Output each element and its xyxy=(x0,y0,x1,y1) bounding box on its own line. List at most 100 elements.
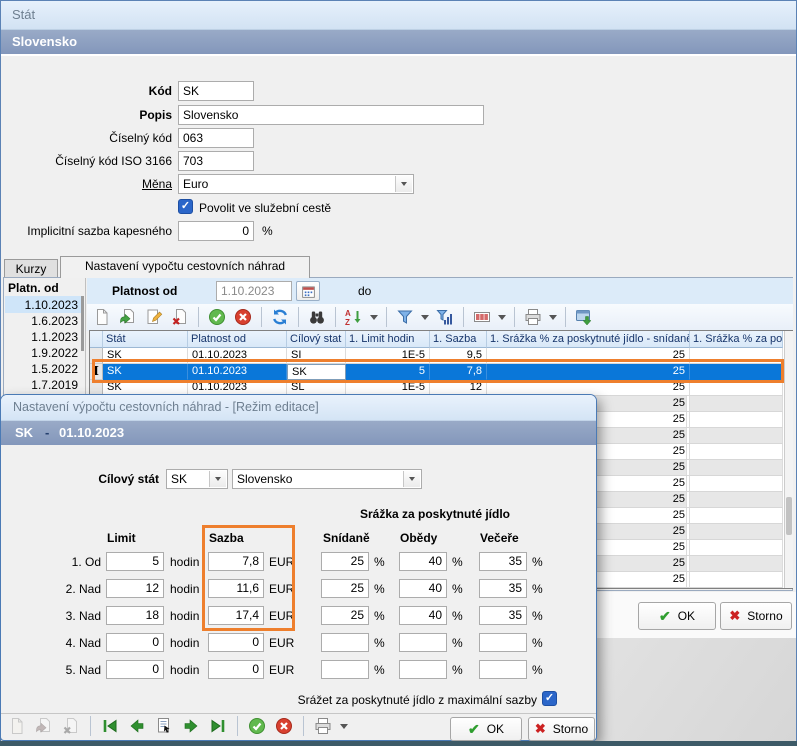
export-icon[interactable] xyxy=(574,307,594,327)
search-binoculars-icon[interactable] xyxy=(307,307,327,327)
sazba-field[interactable]: 0 xyxy=(208,633,264,652)
col-header-limit[interactable]: 1. Limit hodin xyxy=(346,331,430,348)
calendar-button[interactable] xyxy=(296,281,320,301)
mena-label[interactable]: Měna xyxy=(12,177,172,191)
validity-item[interactable]: 1.10.2023 xyxy=(6,297,78,313)
col-header-stat[interactable]: Stát xyxy=(103,331,188,348)
confirm-icon[interactable] xyxy=(207,307,227,327)
columns-icon[interactable] xyxy=(472,307,492,327)
col-header-srazka-snidane[interactable]: 1. Srážka % za poskytnuté jídlo - snídan… xyxy=(487,331,690,348)
new-icon[interactable] xyxy=(92,307,112,327)
snidane-field[interactable]: 25 xyxy=(321,552,369,571)
edit-dialog[interactable]: Nastavení výpočtu cestovních náhrad - [R… xyxy=(0,394,597,741)
obedy-field[interactable] xyxy=(399,660,447,679)
grid-scrollbar-thumb[interactable] xyxy=(786,497,792,535)
grid-scrollbar[interactable] xyxy=(784,331,793,588)
chevron-down-icon[interactable] xyxy=(498,315,506,324)
filter-graph-icon[interactable] xyxy=(435,307,455,327)
chevron-down-icon[interactable] xyxy=(370,315,378,324)
snidane-field[interactable] xyxy=(321,660,369,679)
platnost-od-input[interactable]: 1.10.2023 xyxy=(216,281,292,301)
kod-field[interactable]: SK xyxy=(178,81,254,101)
sort-az-icon[interactable]: AZ xyxy=(344,307,364,327)
copy-icon[interactable] xyxy=(118,307,138,327)
sazba-field[interactable]: 7,8 xyxy=(208,552,264,571)
snidane-field[interactable] xyxy=(321,633,369,652)
snidane-field[interactable]: 25 xyxy=(321,579,369,598)
validity-item[interactable]: 1.9.2022 xyxy=(6,345,78,361)
sazba-field[interactable]: 0 xyxy=(208,660,264,679)
filter-icon[interactable] xyxy=(395,307,415,327)
confirm-icon[interactable] xyxy=(247,716,267,736)
tab-kurzy[interactable]: Kurzy xyxy=(4,259,58,277)
tab-nastaveni-nahrad[interactable]: Nastavení vypočtu cestovních náhrad xyxy=(60,256,310,278)
vecere-field[interactable]: 35 xyxy=(479,606,527,625)
ciselny-kod-field[interactable]: 063 xyxy=(178,128,254,148)
refresh-icon[interactable] xyxy=(270,307,290,327)
srazet-checkbox[interactable]: ✓ xyxy=(542,691,557,706)
delete-icon[interactable] xyxy=(170,307,190,327)
chevron-down-icon[interactable] xyxy=(340,724,348,733)
nav-first-icon[interactable] xyxy=(100,716,120,736)
cancel-icon[interactable] xyxy=(233,307,253,327)
obedy-field[interactable]: 40 xyxy=(399,552,447,571)
validity-item[interactable]: 1.7.2019 xyxy=(6,377,78,393)
chevron-down-icon[interactable] xyxy=(549,315,557,324)
cilovy-name-dropdown-button[interactable] xyxy=(403,471,420,487)
mena-dropdown-button[interactable] xyxy=(395,176,412,192)
limit-field[interactable]: 18 xyxy=(106,606,164,625)
sazba-field[interactable]: 11,6 xyxy=(208,579,264,598)
obedy-field[interactable]: 40 xyxy=(399,606,447,625)
sazba-field[interactable]: 17,4 xyxy=(208,606,264,625)
dialog-record-date: 01.10.2023 xyxy=(59,425,124,440)
cilovy-code-dropdown-button[interactable] xyxy=(209,471,226,487)
dialog-storno-button[interactable]: ✖Storno xyxy=(528,717,595,741)
vecere-field[interactable] xyxy=(479,660,527,679)
validity-list-scrollbar[interactable] xyxy=(81,296,84,351)
chevron-down-icon[interactable] xyxy=(421,315,429,324)
limit-field[interactable]: 5 xyxy=(106,552,164,571)
dialog-titlebar[interactable]: Nastavení výpočtu cestovních náhrad - [R… xyxy=(1,395,596,421)
mena-combobox[interactable]: Euro xyxy=(178,174,414,194)
povolit-checkbox[interactable]: ✓ xyxy=(178,199,193,214)
cancel-icon[interactable] xyxy=(274,716,294,736)
col-header-srazka-next[interactable]: 1. Srážka % za pos xyxy=(690,331,783,348)
copy-icon[interactable] xyxy=(34,716,54,736)
main-window-titlebar[interactable]: Stát xyxy=(0,0,797,30)
dialog-ok-button[interactable]: ✔OK xyxy=(450,717,522,741)
nav-prev-icon[interactable] xyxy=(127,716,147,736)
table-row[interactable]: SK 01.10.2023 SI 1E-5 9,5 25 xyxy=(90,348,783,364)
obedy-field[interactable] xyxy=(399,633,447,652)
vecere-field[interactable]: 35 xyxy=(479,579,527,598)
validity-item[interactable]: 1.5.2022 xyxy=(6,361,78,377)
delete-icon[interactable] xyxy=(61,716,81,736)
snidane-field[interactable]: 25 xyxy=(321,606,369,625)
cilovy-stat-name-combobox[interactable]: Slovensko xyxy=(232,469,422,489)
print-icon[interactable] xyxy=(313,716,333,736)
limit-field[interactable]: 0 xyxy=(106,660,164,679)
validity-item[interactable]: 1.1.2023 xyxy=(6,329,78,345)
col-header-platnost[interactable]: Platnost od xyxy=(188,331,287,348)
storno-button[interactable]: ✖Storno xyxy=(720,602,792,630)
table-row-selected[interactable]: I SK 01.10.2023 SK 5 7,8 25 xyxy=(90,364,783,380)
col-header-cilovy[interactable]: Cílový stat xyxy=(287,331,346,348)
new-icon[interactable] xyxy=(7,716,27,736)
col-header-sazba[interactable]: 1. Sazba xyxy=(430,331,487,348)
vecere-field[interactable]: 35 xyxy=(479,552,527,571)
nav-next-icon[interactable] xyxy=(181,716,201,736)
edit-icon[interactable] xyxy=(144,307,164,327)
limit-field[interactable]: 0 xyxy=(106,633,164,652)
vecere-field[interactable] xyxy=(479,633,527,652)
cilovy-stat-code-combobox[interactable]: SK xyxy=(166,469,228,489)
print-icon[interactable] xyxy=(523,307,543,327)
popis-field[interactable]: Slovensko xyxy=(178,105,484,125)
iso-kod-field[interactable]: 703 xyxy=(178,151,254,171)
obedy-field[interactable]: 40 xyxy=(399,579,447,598)
ok-button[interactable]: ✔OK xyxy=(638,602,716,630)
dialog-toolbar-divider xyxy=(1,713,596,714)
nav-last-icon[interactable] xyxy=(208,716,228,736)
records-icon[interactable] xyxy=(154,716,174,736)
kapesne-field[interactable]: 0 xyxy=(178,221,254,241)
limit-field[interactable]: 12 xyxy=(106,579,164,598)
validity-item[interactable]: 1.6.2023 xyxy=(6,313,78,329)
